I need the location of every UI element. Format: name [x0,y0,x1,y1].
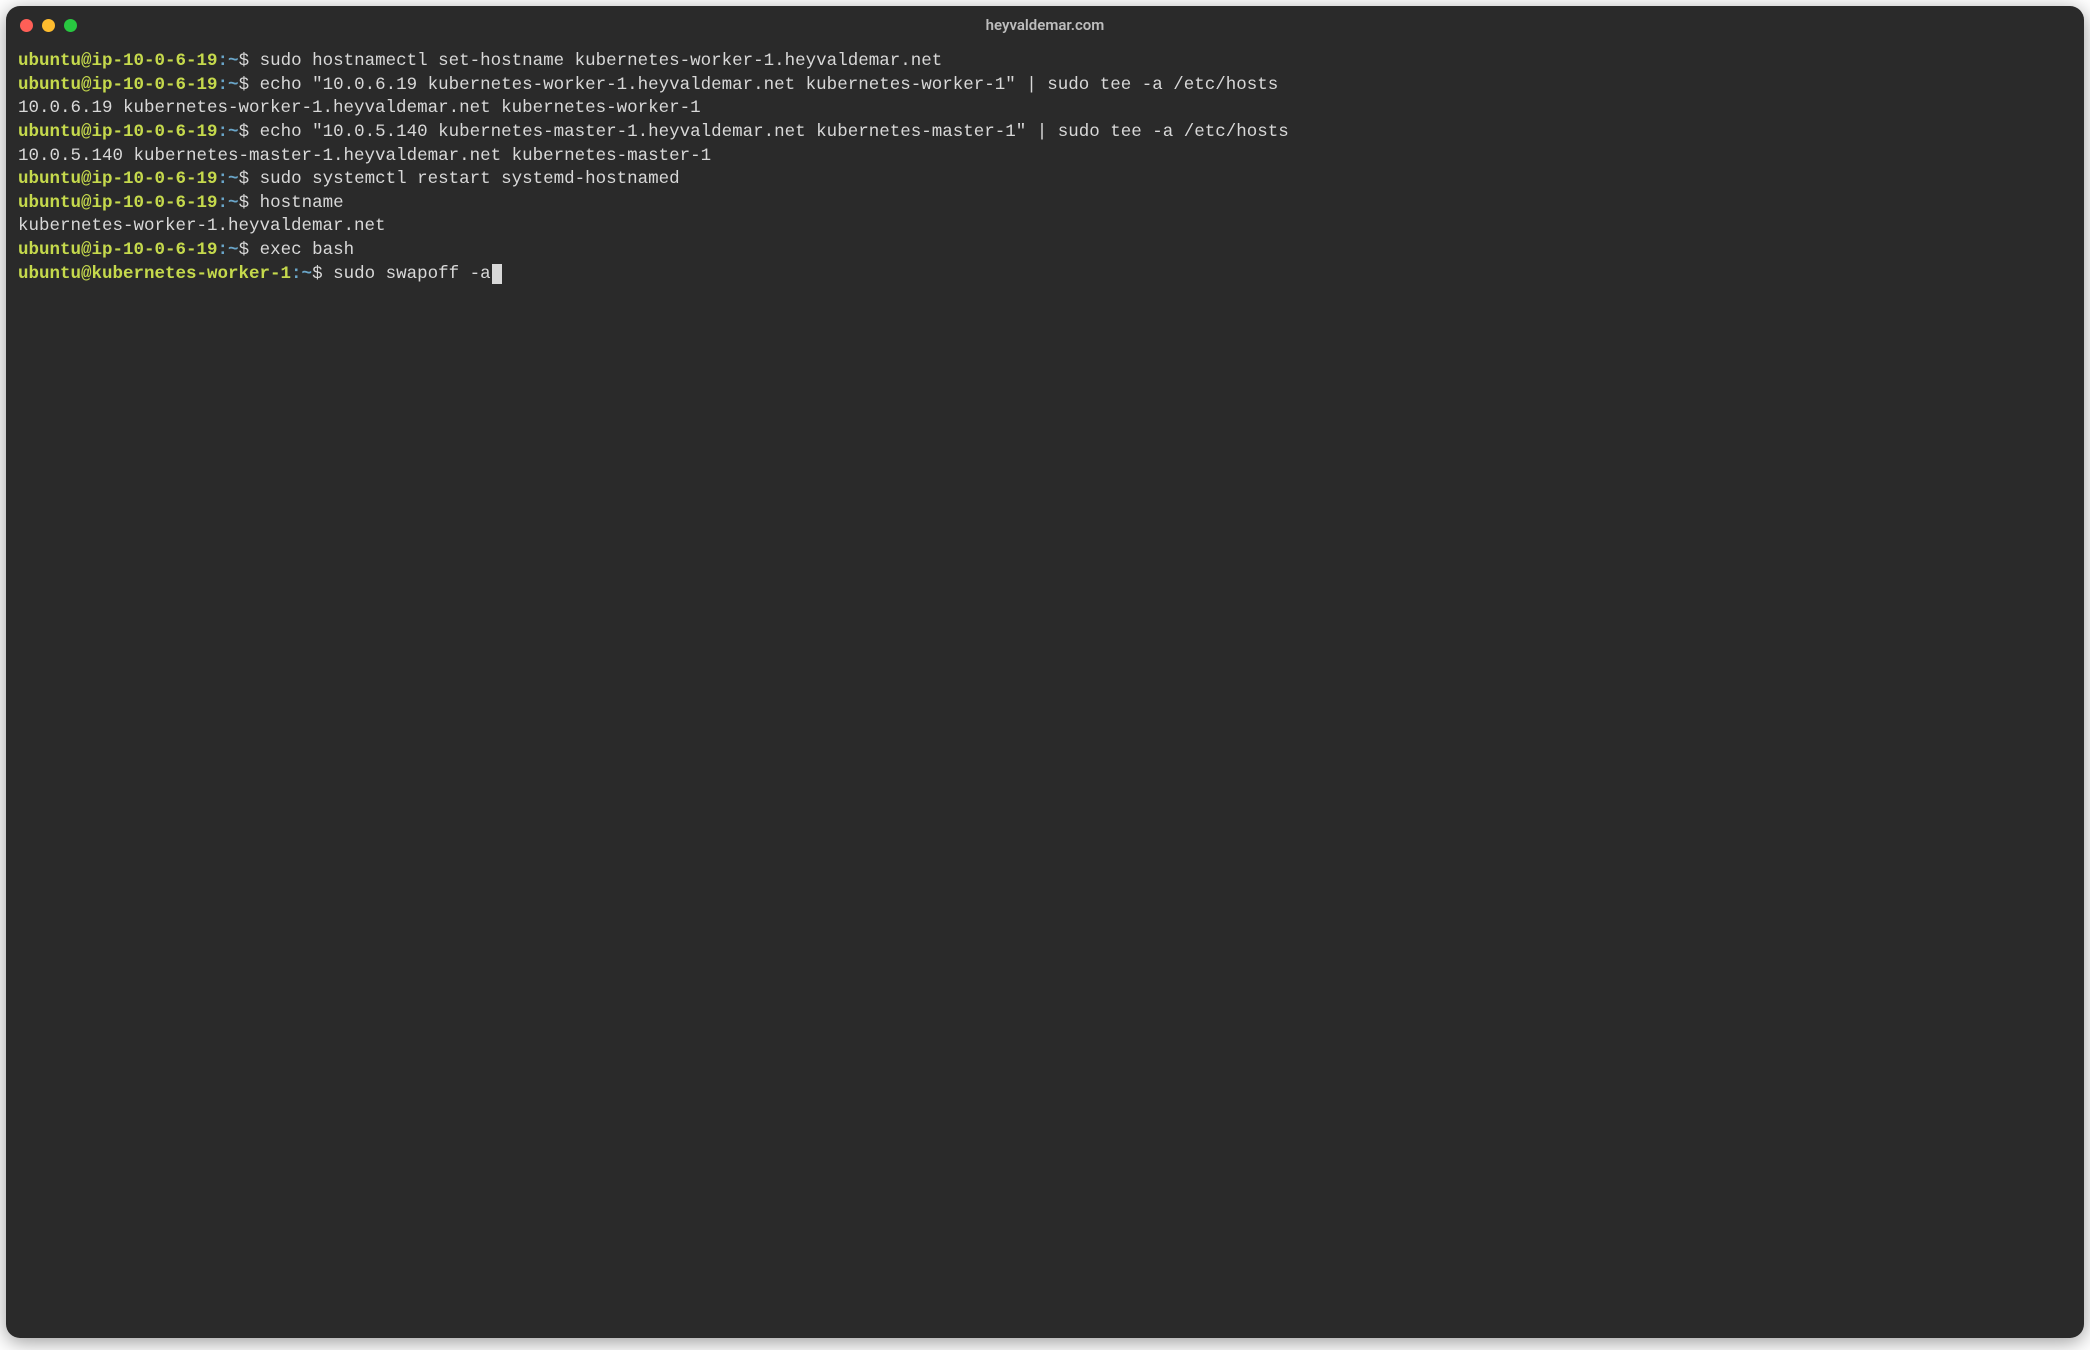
prompt-path: :~ [218,169,239,189]
terminal-window: heyvaldemar.com ubuntu@ip-10-0-6-19:~$ s… [6,6,2084,1338]
command-text: echo "10.0.6.19 kubernetes-worker-1.heyv… [260,75,1279,95]
prompt-user: ubuntu@ip-10-0-6-19 [18,75,218,95]
prompt-dollar: $ [239,75,250,95]
terminal-prompt-line: ubuntu@ip-10-0-6-19:~$ sudo systemctl re… [18,168,2072,192]
terminal-prompt-line: ubuntu@ip-10-0-6-19:~$ hostname [18,192,2072,216]
prompt-path: :~ [218,51,239,71]
prompt-dollar: $ [239,51,250,71]
prompt-dollar: $ [239,169,250,189]
command-text: sudo systemctl restart systemd-hostnamed [260,169,680,189]
titlebar: heyvaldemar.com [6,6,2084,44]
terminal-prompt-line: ubuntu@ip-10-0-6-19:~$ sudo hostnamectl … [18,50,2072,74]
close-icon[interactable] [20,19,33,32]
command-text: exec bash [260,240,355,260]
prompt-user: ubuntu@ip-10-0-6-19 [18,193,218,213]
command-text: echo "10.0.5.140 kubernetes-master-1.hey… [260,122,1289,142]
prompt-user: ubuntu@ip-10-0-6-19 [18,240,218,260]
output-text: 10.0.6.19 kubernetes-worker-1.heyvaldema… [18,98,701,118]
prompt-dollar: $ [239,122,250,142]
terminal-output-line: 10.0.5.140 kubernetes-master-1.heyvaldem… [18,145,2072,169]
zoom-icon[interactable] [64,19,77,32]
prompt-user: ubuntu@ip-10-0-6-19 [18,122,218,142]
terminal-body[interactable]: ubuntu@ip-10-0-6-19:~$ sudo hostnamectl … [6,44,2084,1338]
prompt-dollar: $ [239,193,250,213]
prompt-path: :~ [218,240,239,260]
command-text: sudo hostnamectl set-hostname kubernetes… [260,51,943,71]
terminal-prompt-line: ubuntu@ip-10-0-6-19:~$ echo "10.0.6.19 k… [18,74,2072,98]
minimize-icon[interactable] [42,19,55,32]
output-text: kubernetes-worker-1.heyvaldemar.net [18,216,386,236]
terminal-prompt-line: ubuntu@ip-10-0-6-19:~$ exec bash [18,239,2072,263]
terminal-prompt-line: ubuntu@ip-10-0-6-19:~$ echo "10.0.5.140 … [18,121,2072,145]
terminal-prompt-line: ubuntu@kubernetes-worker-1:~$ sudo swapo… [18,263,2072,287]
command-text: hostname [260,193,344,213]
prompt-path: :~ [218,122,239,142]
prompt-dollar: $ [239,240,250,260]
terminal-output-line: kubernetes-worker-1.heyvaldemar.net [18,215,2072,239]
prompt-user: ubuntu@ip-10-0-6-19 [18,169,218,189]
cursor-icon [492,264,502,283]
terminal-output-line: 10.0.6.19 kubernetes-worker-1.heyvaldema… [18,97,2072,121]
prompt-path: :~ [218,75,239,95]
prompt-path: :~ [291,264,312,284]
prompt-user: ubuntu@kubernetes-worker-1 [18,264,291,284]
window-controls [20,19,77,32]
command-text: sudo swapoff -a [333,264,491,284]
output-text: 10.0.5.140 kubernetes-master-1.heyvaldem… [18,146,711,166]
window-title: heyvaldemar.com [6,16,2084,34]
prompt-user: ubuntu@ip-10-0-6-19 [18,51,218,71]
prompt-dollar: $ [312,264,323,284]
prompt-path: :~ [218,193,239,213]
